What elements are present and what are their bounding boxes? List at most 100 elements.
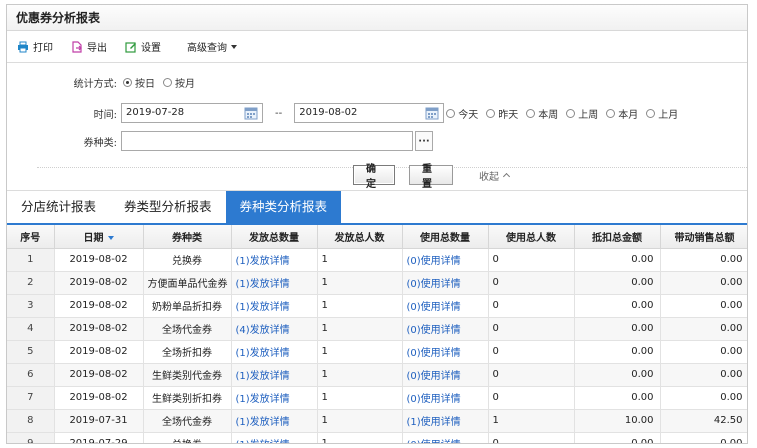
coupon-type-picker-button[interactable]: ··· [415, 131, 433, 151]
cell-driven-sales: 0.00 [660, 248, 747, 272]
col-header-label: 序号 [20, 232, 41, 244]
confirm-button[interactable]: 确定 [353, 164, 395, 190]
issue-detail-link[interactable]: (1)发放详情 [231, 409, 318, 433]
radio-this-month[interactable]: 本月 [606, 106, 638, 121]
reset-button[interactable]: 重置 [409, 164, 453, 190]
col-header-label: 发放总数量 [249, 232, 299, 244]
cell-driven-sales: 0.00 [660, 363, 747, 387]
cell-index: 8 [7, 409, 55, 433]
window-title: 优惠券分析报表 [7, 5, 747, 31]
cell-date: 2019-08-02 [54, 386, 144, 410]
cell-date: 2019-07-31 [54, 409, 144, 433]
usage-detail-link[interactable]: (0)使用详情 [402, 271, 489, 295]
table-row[interactable]: 2 2019-08-02 方便面单品代金券 (1)发放详情 1 (0)使用详情 0 0.00 0… [7, 271, 747, 295]
cell-issued-people: 1 [317, 294, 403, 318]
cell-date: 2019-07-29 [54, 432, 144, 443]
report-table: 序号 日期 券种类 发放总数量 发放总人数 使用总数量 使用总人数 抵扣总金额 … [7, 225, 747, 443]
issue-detail-link[interactable]: (1)发放详情 [231, 432, 318, 443]
issue-detail-link[interactable]: (1)发放详情 [231, 271, 318, 295]
issue-detail-link[interactable]: (1)发放详情 [231, 248, 318, 272]
collapse-toggle[interactable]: 收起 [479, 168, 511, 183]
cell-deduct-amount: 0.00 [574, 271, 661, 295]
radio-last-week-label: 上周 [578, 109, 599, 121]
table-row[interactable]: 8 2019-07-31 全场代金券 (1)发放详情 1 (1)使用详情 1 10.00 42.… [7, 409, 747, 433]
issue-detail-link[interactable]: (4)发放详情 [231, 317, 318, 341]
col-header-index[interactable]: 序号 [7, 225, 55, 249]
print-button[interactable]: 打印 [17, 39, 53, 54]
col-header-deduct-amount[interactable]: 抵扣总金额 [574, 225, 661, 249]
cell-coupon-kind: 奶粉单品折扣券 [143, 294, 232, 318]
cell-used-people: 0 [488, 294, 575, 318]
radio-by-day[interactable]: 按日 [123, 75, 155, 90]
cell-date: 2019-08-02 [54, 271, 144, 295]
radio-today[interactable]: 今天 [446, 106, 478, 121]
time-label: 时间: [93, 109, 117, 121]
issue-detail-link[interactable]: (1)发放详情 [231, 294, 318, 318]
cell-used-people: 1 [488, 409, 575, 433]
table-row[interactable]: 4 2019-08-02 全场代金券 (4)发放详情 1 (0)使用详情 0 0.00 0.00 [7, 317, 747, 341]
report-tabs: 分店统计报表 券类型分析报表 券种类分析报表 [7, 191, 747, 225]
usage-detail-link[interactable]: (0)使用详情 [402, 317, 489, 341]
radio-this-week[interactable]: 本周 [526, 106, 558, 121]
table-row[interactable]: 1 2019-08-02 兑换券 (1)发放详情 1 (0)使用详情 0 0.00 0.00 [7, 248, 747, 272]
export-icon [71, 40, 83, 53]
report-window: 优惠券分析报表 打印 导出 设置 高级查询 统计方式: 按日 按月 时间: 20… [6, 4, 748, 444]
issue-detail-link[interactable]: (1)发放详情 [231, 363, 318, 387]
edit-icon [125, 41, 137, 53]
cell-index: 3 [7, 294, 55, 318]
cell-index: 5 [7, 340, 55, 364]
cell-used-people: 0 [488, 317, 575, 341]
usage-detail-link[interactable]: (0)使用详情 [402, 386, 489, 410]
col-header-coupon-kind[interactable]: 券种类 [143, 225, 232, 249]
issue-detail-link[interactable]: (1)发放详情 [231, 340, 318, 364]
time-row: 时间: 2019-07-28 -- 2019-08-02 今天 昨天 本周 上周… [17, 103, 686, 123]
radio-by-month[interactable]: 按月 [163, 75, 195, 90]
date-to-input[interactable]: 2019-08-02 [294, 103, 445, 123]
radio-dot-icon [446, 108, 456, 118]
table-row[interactable]: 7 2019-08-02 生鲜类别折扣券 (1)发放详情 1 (0)使用详情 0 0.00 0.… [7, 386, 747, 410]
cell-date: 2019-08-02 [54, 294, 144, 318]
radio-last-month[interactable]: 上月 [646, 106, 678, 121]
col-header-issued-qty[interactable]: 发放总数量 [231, 225, 318, 249]
table-row[interactable]: 6 2019-08-02 生鲜类别代金券 (1)发放详情 1 (0)使用详情 0 0.00 0.… [7, 363, 747, 387]
radio-today-label: 今天 [458, 109, 479, 121]
date-from-input[interactable]: 2019-07-28 [121, 103, 263, 123]
chevron-up-icon [502, 172, 511, 181]
usage-detail-link[interactable]: (1)使用详情 [402, 409, 489, 433]
settings-button[interactable]: 设置 [125, 39, 161, 54]
usage-detail-link[interactable]: (0)使用详情 [402, 340, 489, 364]
col-header-issued-people[interactable]: 发放总人数 [317, 225, 403, 249]
sort-desc-icon [107, 235, 114, 240]
col-header-date[interactable]: 日期 [54, 225, 144, 249]
usage-detail-link[interactable]: (0)使用详情 [402, 248, 489, 272]
usage-detail-link[interactable]: (0)使用详情 [402, 363, 489, 387]
usage-detail-link[interactable]: (0)使用详情 [402, 432, 489, 443]
coupon-type-input[interactable] [121, 131, 413, 151]
radio-this-month-label: 本月 [618, 109, 639, 121]
radio-yesterday[interactable]: 昨天 [486, 106, 518, 121]
radio-last-month-label: 上月 [658, 109, 679, 121]
col-header-used-people[interactable]: 使用总人数 [488, 225, 575, 249]
cell-deduct-amount: 0.00 [574, 340, 661, 364]
tab-coupon-kind-analysis[interactable]: 券种类分析报表 [225, 191, 342, 223]
usage-detail-link[interactable]: (0)使用详情 [402, 294, 489, 318]
col-header-used-qty[interactable]: 使用总数量 [402, 225, 489, 249]
tab-coupon-type-analysis[interactable]: 券类型分析报表 [110, 191, 226, 223]
cell-issued-people: 1 [317, 409, 403, 433]
calendar-icon[interactable] [243, 105, 259, 121]
export-button[interactable]: 导出 [71, 39, 107, 54]
col-header-driven-sales[interactable]: 带动销售总额 [660, 225, 747, 249]
table-row[interactable]: 5 2019-08-02 全场折扣券 (1)发放详情 1 (0)使用详情 0 0.00 0.00 [7, 340, 747, 364]
coupon-type-row: 券种类: ··· [17, 131, 433, 151]
calendar-icon[interactable] [424, 105, 440, 121]
cell-coupon-kind: 兑换券 [143, 248, 232, 272]
filter-actions: 确定 重置 收起 [353, 164, 511, 190]
cell-used-people: 0 [488, 340, 575, 364]
cell-date: 2019-08-02 [54, 317, 144, 341]
table-row[interactable]: 3 2019-08-02 奶粉单品折扣券 (1)发放详情 1 (0)使用详情 0 0.00 0.… [7, 294, 747, 318]
advanced-query-dropdown[interactable]: 高级查询 [187, 39, 237, 54]
radio-last-week[interactable]: 上周 [566, 106, 598, 121]
issue-detail-link[interactable]: (1)发放详情 [231, 386, 318, 410]
table-row[interactable]: 92019-07-29兑换券(1)发放详情1(0)使用详情00.000.00 [7, 432, 747, 443]
tab-store-stats[interactable]: 分店统计报表 [7, 191, 110, 223]
